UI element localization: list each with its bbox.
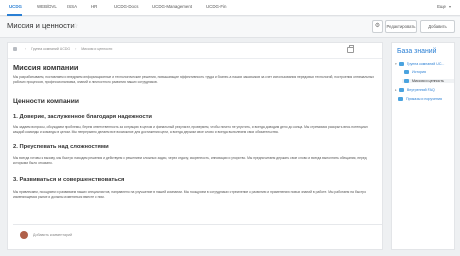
active-tab-indicator [7, 14, 22, 16]
folder-icon [404, 79, 409, 84]
value-3-text: Мы привлекаем, поощряем и развиваем наши… [13, 190, 367, 199]
tree-item-history[interactable]: История [404, 70, 426, 75]
settings-button[interactable]: ⚙ [372, 20, 383, 33]
home-icon[interactable] [13, 47, 17, 52]
add-button[interactable]: Добавить [420, 20, 455, 33]
breadcrumb-separator: › [24, 47, 27, 52]
folder-icon [404, 70, 409, 75]
tab-hr[interactable]: HR [91, 4, 97, 9]
tree-item-label: Приказы и поручения [406, 97, 442, 101]
tab-issa[interactable]: ISSA [67, 4, 77, 9]
comment-input[interactable]: Добавить комментарий [33, 233, 72, 237]
edit-button[interactable]: Редактировать [385, 20, 417, 33]
tab-ucdg-management[interactable]: UCDG-Management [152, 4, 192, 9]
tree-item-mission[interactable]: Миссия и ценность [402, 79, 454, 84]
folder-icon [398, 97, 403, 102]
breadcrumb-current: Миссия и ценности [81, 47, 113, 52]
value-3-title: 3. Развиваться и совершенствоваться [13, 177, 125, 183]
value-2-title: 2. Преуспевать над сложностями [13, 144, 109, 150]
tab-ucdg[interactable]: UCDG [9, 4, 22, 9]
language-selector[interactable]: Еще [437, 4, 446, 9]
chevron-right-icon[interactable]: ▸ [395, 88, 397, 92]
favorite-star-icon[interactable]: ☆ [72, 22, 78, 30]
breadcrumb-item[interactable]: Группа компаний UCDG [31, 47, 70, 51]
tree-item-orders[interactable]: Приказы и поручения [398, 97, 442, 102]
gear-icon: ⚙ [374, 23, 381, 29]
value-1-title: 1. Доверие, заслуженное благодаря надежн… [13, 114, 152, 120]
mission-heading: Миссия компании [13, 63, 79, 72]
tree-item-label: Группа компаний UC... [406, 62, 445, 66]
breadcrumb: › Группа компаний UCDG › Миссия и ценнос… [13, 47, 112, 55]
tree-item-label: Внутренний FAQ [406, 88, 435, 92]
article-panel: › Группа компаний UCDG › Миссия и ценнос… [7, 42, 383, 250]
comment-box[interactable]: Добавить комментарий [13, 224, 382, 245]
top-navigation: UCDG WEB/DVL ISSA HR UCDG-Docs UCDG-Mana… [0, 0, 460, 16]
value-1-text: Мы задаем вопросы, обсуждаем проблемы, б… [13, 125, 368, 134]
folder-icon [398, 88, 404, 93]
chevron-down-icon[interactable]: ▾ [395, 62, 397, 66]
tree-item-faq[interactable]: ▸ Внутренний FAQ [395, 88, 435, 93]
print-icon[interactable] [347, 45, 354, 53]
breadcrumb-separator: › [75, 47, 77, 52]
tab-ucdg-fin[interactable]: UCDG-Fin [206, 4, 227, 9]
chevron-down-icon[interactable]: ▾ [449, 4, 451, 9]
values-heading: Ценности компании [13, 98, 79, 105]
divider [8, 58, 382, 59]
tree-item-label: История [412, 70, 426, 74]
knowledge-base-sidebar: База знаний ▾ Группа компаний UC... Исто… [391, 42, 455, 250]
mission-text: Мы разрабатываем, поставляем и внедряем … [13, 75, 375, 84]
tab-ucdg-docs[interactable]: UCDG-Docs [114, 4, 138, 9]
sidebar-title: База знаний [397, 48, 437, 55]
tree-item-group[interactable]: ▾ Группа компаний UC... [395, 62, 445, 67]
tree-item-label: Миссия и ценность [412, 79, 444, 83]
page-title: Миссия и ценности [7, 21, 75, 30]
tab-web-dvl[interactable]: WEB/DVL [37, 4, 57, 9]
folder-icon [398, 62, 404, 67]
avatar [20, 231, 28, 239]
page-header: Миссия и ценности ☆ ⚙ Редактировать Доба… [0, 17, 460, 38]
value-2-text: Мы всегда готовы к вызову, мы быстро нах… [13, 156, 367, 165]
